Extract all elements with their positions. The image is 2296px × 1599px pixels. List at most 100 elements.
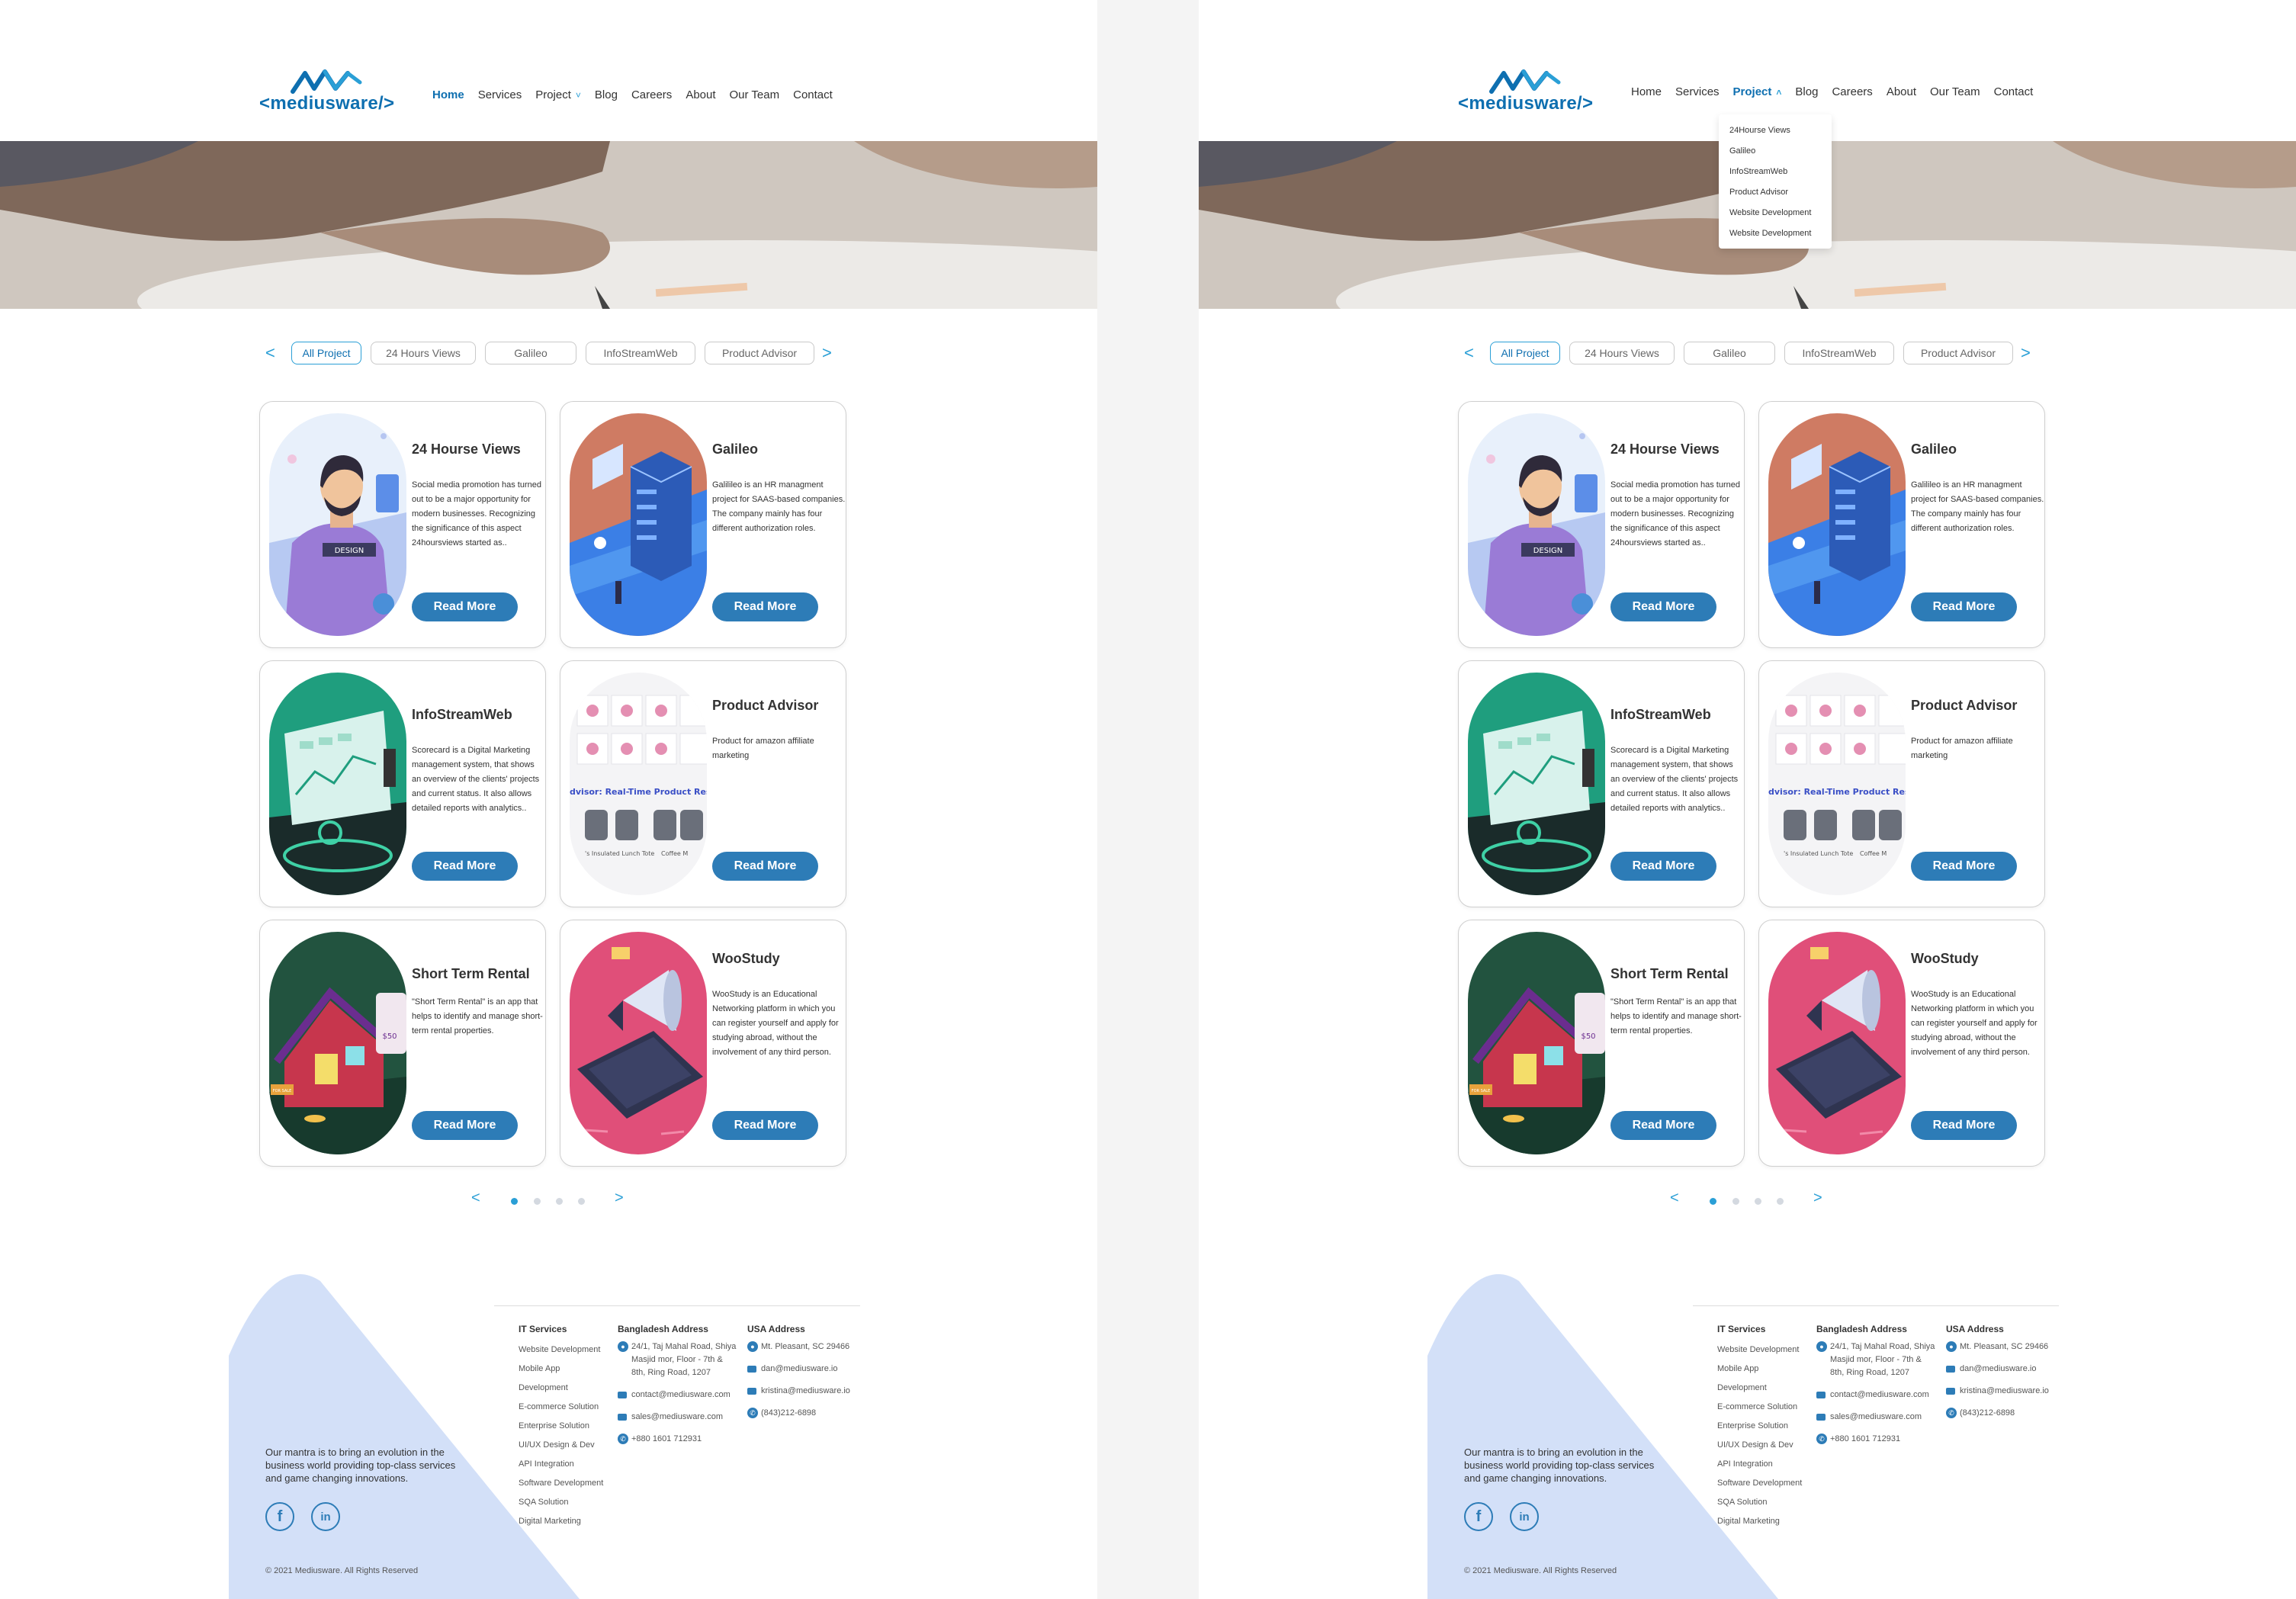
footer-link[interactable]: SQA Solution bbox=[519, 1493, 603, 1512]
pager-prev-icon[interactable]: < bbox=[471, 1190, 480, 1207]
pager-next-icon[interactable]: > bbox=[1813, 1190, 1822, 1207]
tab-galileo[interactable]: Galileo bbox=[485, 342, 576, 364]
bd-phone[interactable]: ✆ +880 1601 712931 bbox=[618, 1433, 740, 1446]
tab-galileo[interactable]: Galileo bbox=[1684, 342, 1775, 364]
nav-project[interactable]: Project ˄ bbox=[1733, 85, 1782, 98]
nav-careers[interactable]: Careers bbox=[631, 88, 672, 101]
footer-link[interactable]: API Integration bbox=[1717, 1455, 1802, 1474]
nav-home[interactable]: Home bbox=[1631, 85, 1662, 98]
read-more-button[interactable]: Read More bbox=[712, 1111, 818, 1140]
nav-services[interactable]: Services bbox=[1675, 85, 1720, 98]
pager-dot[interactable] bbox=[578, 1198, 585, 1205]
footer-link[interactable]: Software Development bbox=[519, 1474, 603, 1493]
tab-infostreamweb[interactable]: InfoStreamWeb bbox=[1784, 342, 1894, 364]
tab-24-hours-views[interactable]: 24 Hours Views bbox=[1569, 342, 1675, 364]
pager-dot[interactable] bbox=[534, 1198, 541, 1205]
pager-dot[interactable] bbox=[511, 1198, 518, 1205]
nav-services[interactable]: Services bbox=[478, 88, 522, 101]
footer-link[interactable]: SQA Solution bbox=[1717, 1493, 1802, 1512]
facebook-icon[interactable]: f bbox=[265, 1502, 294, 1531]
footer-link[interactable]: Enterprise Solution bbox=[1717, 1417, 1802, 1436]
nav-home[interactable]: Home bbox=[432, 88, 464, 101]
nav-careers[interactable]: Careers bbox=[1832, 85, 1872, 98]
pager-dot[interactable] bbox=[1777, 1198, 1784, 1205]
filter-prev-arrow-icon[interactable]: < bbox=[265, 343, 275, 363]
usa-email-2[interactable]: kristina@mediusware.io bbox=[1946, 1385, 2068, 1398]
footer-link[interactable]: Development bbox=[519, 1379, 603, 1398]
footer-link[interactable]: Mobile App bbox=[519, 1360, 603, 1379]
tab-product-advisor[interactable]: Product Advisor bbox=[1903, 342, 2013, 364]
footer-link[interactable]: Mobile App bbox=[1717, 1360, 1802, 1379]
read-more-button[interactable]: Read More bbox=[1911, 852, 2017, 881]
footer-link[interactable]: UI/UX Design & Dev bbox=[1717, 1436, 1802, 1455]
dropdown-item[interactable]: Website Development bbox=[1729, 223, 1824, 244]
pager-dot[interactable] bbox=[556, 1198, 563, 1205]
filter-next-arrow-icon[interactable]: > bbox=[822, 343, 832, 363]
pager-dot[interactable] bbox=[1732, 1198, 1739, 1205]
usa-email-1[interactable]: dan@mediusware.io bbox=[1946, 1363, 2068, 1376]
read-more-button[interactable]: Read More bbox=[712, 852, 818, 881]
card-title: InfoStreamWeb bbox=[1610, 707, 1711, 722]
usa-email-1[interactable]: dan@mediusware.io bbox=[747, 1363, 869, 1376]
nav-about[interactable]: About bbox=[686, 88, 715, 101]
footer-link[interactable]: UI/UX Design & Dev bbox=[519, 1436, 603, 1455]
footer-link[interactable]: Development bbox=[1717, 1379, 1802, 1398]
page-default-state: <mediusware/> Home Services Project ˅ Blo… bbox=[0, 0, 1097, 1599]
tab-product-advisor[interactable]: Product Advisor bbox=[705, 342, 814, 364]
tab-24-hours-views[interactable]: 24 Hours Views bbox=[371, 342, 476, 364]
filter-next-arrow-icon[interactable]: > bbox=[2021, 343, 2031, 363]
read-more-button[interactable]: Read More bbox=[1911, 1111, 2017, 1140]
pager-dot[interactable] bbox=[1755, 1198, 1761, 1205]
brand-logo[interactable]: <mediusware/> bbox=[1458, 69, 1603, 114]
bd-email-1[interactable]: contact@mediusware.com bbox=[1816, 1389, 1938, 1402]
tab-infostreamweb[interactable]: InfoStreamWeb bbox=[586, 342, 695, 364]
footer-link[interactable]: Software Development bbox=[1717, 1474, 1802, 1493]
tab-all-project[interactable]: All Project bbox=[1490, 342, 1560, 364]
usa-email-2[interactable]: kristina@mediusware.io bbox=[747, 1385, 869, 1398]
pager-next-icon[interactable]: > bbox=[615, 1190, 624, 1207]
footer-link[interactable]: API Integration bbox=[519, 1455, 603, 1474]
nav-project[interactable]: Project ˅ bbox=[535, 88, 581, 101]
bd-email-1[interactable]: contact@mediusware.com bbox=[618, 1389, 740, 1402]
footer-link[interactable]: Digital Marketing bbox=[519, 1512, 603, 1531]
pager-dot[interactable] bbox=[1710, 1198, 1716, 1205]
usa-phone[interactable]: ✆ (843)212-6898 bbox=[747, 1407, 869, 1420]
dropdown-item[interactable]: 24Hourse Views bbox=[1729, 120, 1824, 141]
read-more-button[interactable]: Read More bbox=[412, 592, 518, 621]
dropdown-item[interactable]: Galileo bbox=[1729, 141, 1824, 162]
footer-link[interactable]: Digital Marketing bbox=[1717, 1512, 1802, 1531]
read-more-button[interactable]: Read More bbox=[1610, 1111, 1716, 1140]
read-more-button[interactable]: Read More bbox=[1610, 852, 1716, 881]
read-more-button[interactable]: Read More bbox=[1911, 592, 2017, 621]
bd-phone[interactable]: ✆ +880 1601 712931 bbox=[1816, 1433, 1938, 1446]
bd-email-2[interactable]: sales@mediusware.com bbox=[618, 1411, 740, 1424]
footer-link[interactable]: Website Development bbox=[1717, 1341, 1802, 1360]
read-more-button[interactable]: Read More bbox=[412, 852, 518, 881]
bd-email-2[interactable]: sales@mediusware.com bbox=[1816, 1411, 1938, 1424]
read-more-button[interactable]: Read More bbox=[712, 592, 818, 621]
nav-about[interactable]: About bbox=[1887, 85, 1916, 98]
read-more-button[interactable]: Read More bbox=[1610, 592, 1716, 621]
tab-all-project[interactable]: All Project bbox=[291, 342, 361, 364]
facebook-icon[interactable]: f bbox=[1464, 1502, 1493, 1531]
footer-link[interactable]: Website Development bbox=[519, 1341, 603, 1360]
usa-phone[interactable]: ✆ (843)212-6898 bbox=[1946, 1407, 2068, 1420]
footer-link[interactable]: E-commerce Solution bbox=[1717, 1398, 1802, 1417]
read-more-button[interactable]: Read More bbox=[412, 1111, 518, 1140]
nav-blog[interactable]: Blog bbox=[1795, 85, 1818, 98]
dropdown-item[interactable]: Product Advisor bbox=[1729, 182, 1824, 203]
nav-contact[interactable]: Contact bbox=[1994, 85, 2034, 98]
brand-logo[interactable]: <mediusware/> bbox=[259, 69, 404, 114]
footer-link[interactable]: E-commerce Solution bbox=[519, 1398, 603, 1417]
linkedin-icon[interactable]: in bbox=[1510, 1502, 1539, 1531]
nav-blog[interactable]: Blog bbox=[595, 88, 618, 101]
linkedin-icon[interactable]: in bbox=[311, 1502, 340, 1531]
nav-our-team[interactable]: Our Team bbox=[1930, 85, 1980, 98]
pager-prev-icon[interactable]: < bbox=[1670, 1190, 1679, 1207]
dropdown-item[interactable]: Website Development bbox=[1729, 203, 1824, 223]
nav-contact[interactable]: Contact bbox=[793, 88, 833, 101]
footer-link[interactable]: Enterprise Solution bbox=[519, 1417, 603, 1436]
dropdown-item[interactable]: InfoStreamWeb bbox=[1729, 162, 1824, 182]
nav-our-team[interactable]: Our Team bbox=[730, 88, 780, 101]
filter-prev-arrow-icon[interactable]: < bbox=[1464, 343, 1474, 363]
